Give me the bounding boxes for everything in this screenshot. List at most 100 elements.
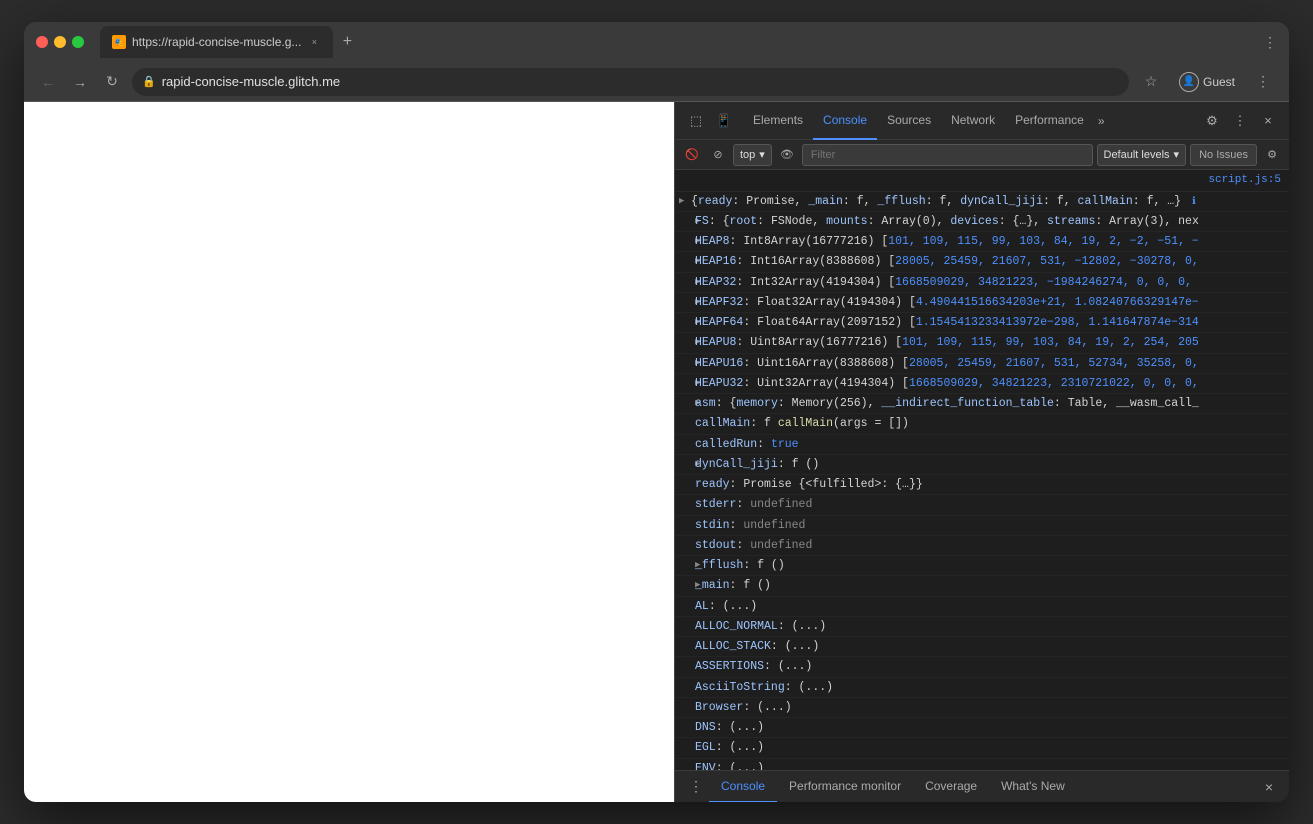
tab-console[interactable]: Console	[813, 102, 877, 140]
expander-icon	[675, 415, 695, 417]
filter-button[interactable]: ⊘	[707, 144, 729, 166]
address-bar[interactable]: 🔒 rapid-concise-muscle.glitch.me	[132, 68, 1129, 96]
expander-icon[interactable]: ▶	[675, 314, 695, 330]
console-row[interactable]: ASSERTIONS: (...)	[675, 657, 1289, 677]
eye-icon[interactable]: 👁	[776, 144, 798, 166]
log-levels-selector[interactable]: Default levels ▾	[1097, 144, 1187, 166]
console-row[interactable]: ▶ HEAP8: Int8Array(16777216) [101, 109, …	[675, 232, 1289, 252]
device-toggle-button[interactable]: 📱	[711, 108, 737, 134]
bottom-tab-coverage[interactable]: Coverage	[913, 771, 989, 803]
console-row[interactable]: ready: Promise {<fulfilled>: {…}}	[675, 475, 1289, 495]
devtools-panel: ⬚ 📱 Elements Console Sources Network	[674, 102, 1289, 802]
console-row[interactable]: ▶ HEAPU8: Uint8Array(16777216) [101, 109…	[675, 333, 1289, 353]
console-row[interactable]: AL: (...)	[675, 597, 1289, 617]
expander-icon[interactable]: ▶	[675, 294, 695, 310]
console-row-content: asm: {memory: Memory(256), __indirect_fu…	[695, 395, 1285, 412]
console-row-content: EGL: (...)	[695, 739, 1285, 756]
expander-icon[interactable]: ▶	[675, 274, 695, 290]
expander-icon	[675, 436, 695, 438]
console-row-content: DNS: (...)	[695, 719, 1285, 736]
lock-icon: 🔒	[142, 75, 156, 88]
expander-icon[interactable]: ▶	[675, 375, 695, 391]
expander-icon	[675, 679, 695, 681]
bottom-tab-whats-new[interactable]: What's New	[989, 771, 1077, 803]
console-settings-button[interactable]: ⚙	[1261, 144, 1283, 166]
context-selector[interactable]: top ▾	[733, 144, 772, 166]
minimize-window-button[interactable]	[54, 36, 66, 48]
console-row[interactable]: ▶ HEAP32: Int32Array(4194304) [166850902…	[675, 273, 1289, 293]
browser-menu-button[interactable]: ⋮	[1249, 68, 1277, 96]
forward-button[interactable]: →	[68, 70, 92, 94]
expander-icon[interactable]: ▶	[675, 456, 695, 472]
console-row-content: calledRun: true	[695, 436, 1285, 453]
console-row[interactable]: AsciiToString: (...)	[675, 678, 1289, 698]
console-row-content: stdin: undefined	[695, 517, 1285, 534]
console-row-content: _main: f ()	[695, 577, 1285, 594]
reload-button[interactable]: ↻	[100, 70, 124, 94]
console-row[interactable]: ▶ HEAPF64: Float64Array(2097152) [1.1545…	[675, 313, 1289, 333]
back-button[interactable]: ←	[36, 70, 60, 94]
bottom-panel-close-button[interactable]: ×	[1257, 775, 1281, 799]
filter-input[interactable]	[802, 144, 1093, 166]
inspect-element-button[interactable]: ⬚	[683, 108, 709, 134]
close-window-button[interactable]	[36, 36, 48, 48]
expander-icon	[675, 537, 695, 539]
console-row[interactable]: stdout: undefined	[675, 536, 1289, 556]
browser-tab[interactable]: 🎭 https://rapid-concise-muscle.g... ×	[100, 26, 333, 58]
browser-toolbar: ← → ↻ 🔒 rapid-concise-muscle.glitch.me ☆…	[24, 62, 1289, 102]
expander-icon[interactable]: ▶	[675, 395, 695, 411]
console-row[interactable]: ▶ HEAPU32: Uint32Array(4194304) [1668509…	[675, 374, 1289, 394]
expander-icon[interactable]: ▶	[675, 577, 695, 593]
console-row[interactable]: ▶ HEAPU16: Uint16Array(8388608) [28005, …	[675, 354, 1289, 374]
console-row[interactable]: ALLOC_STACK: (...)	[675, 637, 1289, 657]
console-row[interactable]: calledRun: true	[675, 435, 1289, 455]
tab-close-button[interactable]: ×	[307, 35, 321, 49]
console-row[interactable]: ▶ {ready: Promise, _main: f, _fflush: f,…	[675, 192, 1289, 212]
expander-icon[interactable]: ▶	[675, 193, 691, 209]
devtools-settings-button[interactable]: ⚙	[1199, 108, 1225, 134]
expander-icon[interactable]: ▶	[675, 213, 695, 229]
expander-icon[interactable]: ▶	[675, 233, 695, 249]
console-row[interactable]: ENV: (...)	[675, 759, 1289, 771]
console-row[interactable]: stderr: undefined	[675, 495, 1289, 515]
profile-button[interactable]: 👤 Guest	[1171, 70, 1243, 94]
console-row[interactable]: Browser: (...)	[675, 698, 1289, 718]
console-row[interactable]: ▶ _main: f ()	[675, 576, 1289, 596]
console-row[interactable]: ▶ HEAP16: Int16Array(8388608) [28005, 25…	[675, 252, 1289, 272]
console-row[interactable]: ▶ FS: {root: FSNode, mounts: Array(0), d…	[675, 212, 1289, 232]
expander-icon[interactable]: ▶	[675, 557, 695, 573]
console-row[interactable]: ALLOC_NORMAL: (...)	[675, 617, 1289, 637]
expander-icon	[675, 658, 695, 660]
console-row[interactable]: ▶ asm: {memory: Memory(256), __indirect_…	[675, 394, 1289, 414]
console-row[interactable]: callMain: f callMain(args = [])	[675, 414, 1289, 434]
bottom-tabs-more-button[interactable]: ⋮	[683, 771, 709, 803]
expander-icon[interactable]: ▶	[675, 355, 695, 371]
console-row[interactable]: EGL: (...)	[675, 738, 1289, 758]
expander-icon[interactable]: ▶	[675, 334, 695, 350]
console-row-content: HEAP8: Int8Array(16777216) [101, 109, 11…	[695, 233, 1285, 250]
maximize-window-button[interactable]	[72, 36, 84, 48]
bottom-tab-performance-monitor[interactable]: Performance monitor	[777, 771, 913, 803]
tab-sources[interactable]: Sources	[877, 102, 941, 140]
bottom-tab-console[interactable]: Console	[709, 771, 777, 803]
new-tab-button[interactable]: +	[333, 28, 361, 56]
main-content: ⬚ 📱 Elements Console Sources Network	[24, 102, 1289, 802]
more-tabs-button[interactable]: »	[1094, 114, 1109, 128]
console-row[interactable]: ▶ _fflush: f ()	[675, 556, 1289, 576]
console-row[interactable]: DNS: (...)	[675, 718, 1289, 738]
tab-network[interactable]: Network	[941, 102, 1005, 140]
bookmarks-icon[interactable]: ☆	[1137, 68, 1165, 96]
tab-performance[interactable]: Performance	[1005, 102, 1094, 140]
clear-console-button[interactable]: 🚫	[681, 144, 703, 166]
script-link[interactable]: script.js:5	[675, 170, 1289, 192]
console-row-content: stdout: undefined	[695, 537, 1285, 554]
tab-elements[interactable]: Elements	[743, 102, 813, 140]
window-menu-icon[interactable]: ⋮	[1263, 34, 1277, 51]
console-row[interactable]: ▶ HEAPF32: Float32Array(4194304) [4.4904…	[675, 293, 1289, 313]
devtools-close-button[interactable]: ×	[1255, 108, 1281, 134]
console-row[interactable]: stdin: undefined	[675, 516, 1289, 536]
console-output[interactable]: script.js:5 ▶ {ready: Promise, _main: f,…	[675, 170, 1289, 770]
console-row[interactable]: ▶ dynCall_jiji: f ()	[675, 455, 1289, 475]
devtools-more-button[interactable]: ⋮	[1227, 108, 1253, 134]
expander-icon[interactable]: ▶	[675, 253, 695, 269]
